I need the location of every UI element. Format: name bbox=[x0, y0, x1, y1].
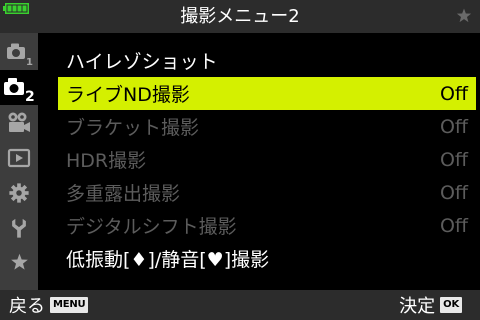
battery-icon bbox=[3, 3, 29, 14]
menu-key-badge: MENU bbox=[50, 297, 89, 313]
back-label: 戻る bbox=[9, 296, 45, 317]
tab-number: 2 bbox=[25, 89, 35, 105]
tab-video-menu[interactable] bbox=[0, 105, 38, 140]
tab-my-menu[interactable] bbox=[0, 245, 38, 280]
menu-item-value: Off bbox=[439, 148, 468, 171]
gear-icon bbox=[9, 182, 29, 203]
ok-label: 決定 bbox=[399, 296, 436, 317]
menu-item-live-nd[interactable]: ライブND撮影 Off bbox=[58, 77, 476, 110]
page-title: 撮影メニュー2 bbox=[180, 6, 300, 27]
menu-item-label: HDR撮影 bbox=[66, 150, 147, 172]
menu-item-value: Off bbox=[439, 115, 468, 138]
tab-custom-menu[interactable] bbox=[0, 175, 38, 210]
menu-item-high-res-shot[interactable]: ハイレゾショット bbox=[58, 44, 476, 77]
tab-shooting-menu-1[interactable]: 1 bbox=[0, 35, 38, 70]
ok-key-badge: OK bbox=[440, 297, 462, 313]
tab-number: 1 bbox=[26, 57, 33, 68]
menu-item-digital-shift[interactable]: デジタルシフト撮影 Off bbox=[58, 209, 476, 242]
menu-item-hdr[interactable]: HDR撮影 Off bbox=[58, 143, 476, 176]
wrench-icon bbox=[12, 218, 26, 238]
menu-item-label: ハイレゾショット bbox=[66, 51, 218, 73]
menu-tab-sidebar: 1 2 bbox=[0, 33, 38, 290]
menu-item-label: 低振動[♦]/静音[♥]撮影 bbox=[66, 249, 270, 271]
star-icon bbox=[456, 8, 472, 23]
menu-item-label: 多重露出撮影 bbox=[66, 183, 181, 205]
title-bar: 撮影メニュー2 bbox=[0, 0, 480, 33]
camera-icon: 2 bbox=[4, 77, 35, 105]
menu-item-bracketing[interactable]: ブラケット撮影 Off bbox=[58, 110, 476, 143]
camera-icon: 1 bbox=[7, 43, 33, 68]
star-icon bbox=[10, 253, 28, 270]
menu-item-anti-shock-silent[interactable]: 低振動[♦]/静音[♥]撮影 bbox=[58, 242, 476, 275]
menu-item-value: Off bbox=[439, 181, 468, 204]
menu-item-value: Off bbox=[439, 214, 468, 237]
playback-icon bbox=[7, 148, 31, 167]
button-guide-bar: 戻る MENU 決定 OK bbox=[0, 290, 480, 320]
tab-playback-menu[interactable] bbox=[0, 140, 38, 175]
menu-item-label: デジタルシフト撮影 bbox=[66, 216, 237, 238]
menu-panel: ハイレゾショット ライブND撮影 Off ブラケット撮影 Off HDR撮影 O… bbox=[38, 33, 480, 290]
menu-item-label: ライブND撮影 bbox=[66, 84, 190, 106]
menu-item-value: Off bbox=[439, 82, 468, 105]
back-button[interactable]: 戻る MENU bbox=[9, 290, 89, 320]
video-camera-icon bbox=[8, 112, 30, 132]
menu-list: ハイレゾショット ライブND撮影 Off ブラケット撮影 Off HDR撮影 O… bbox=[58, 44, 476, 275]
ok-button[interactable]: 決定 OK bbox=[399, 290, 462, 320]
menu-item-label: ブラケット撮影 bbox=[66, 117, 200, 139]
tab-setup-menu[interactable] bbox=[0, 210, 38, 245]
menu-item-multiple-exposure[interactable]: 多重露出撮影 Off bbox=[58, 176, 476, 209]
tab-shooting-menu-2[interactable]: 2 bbox=[0, 70, 38, 105]
